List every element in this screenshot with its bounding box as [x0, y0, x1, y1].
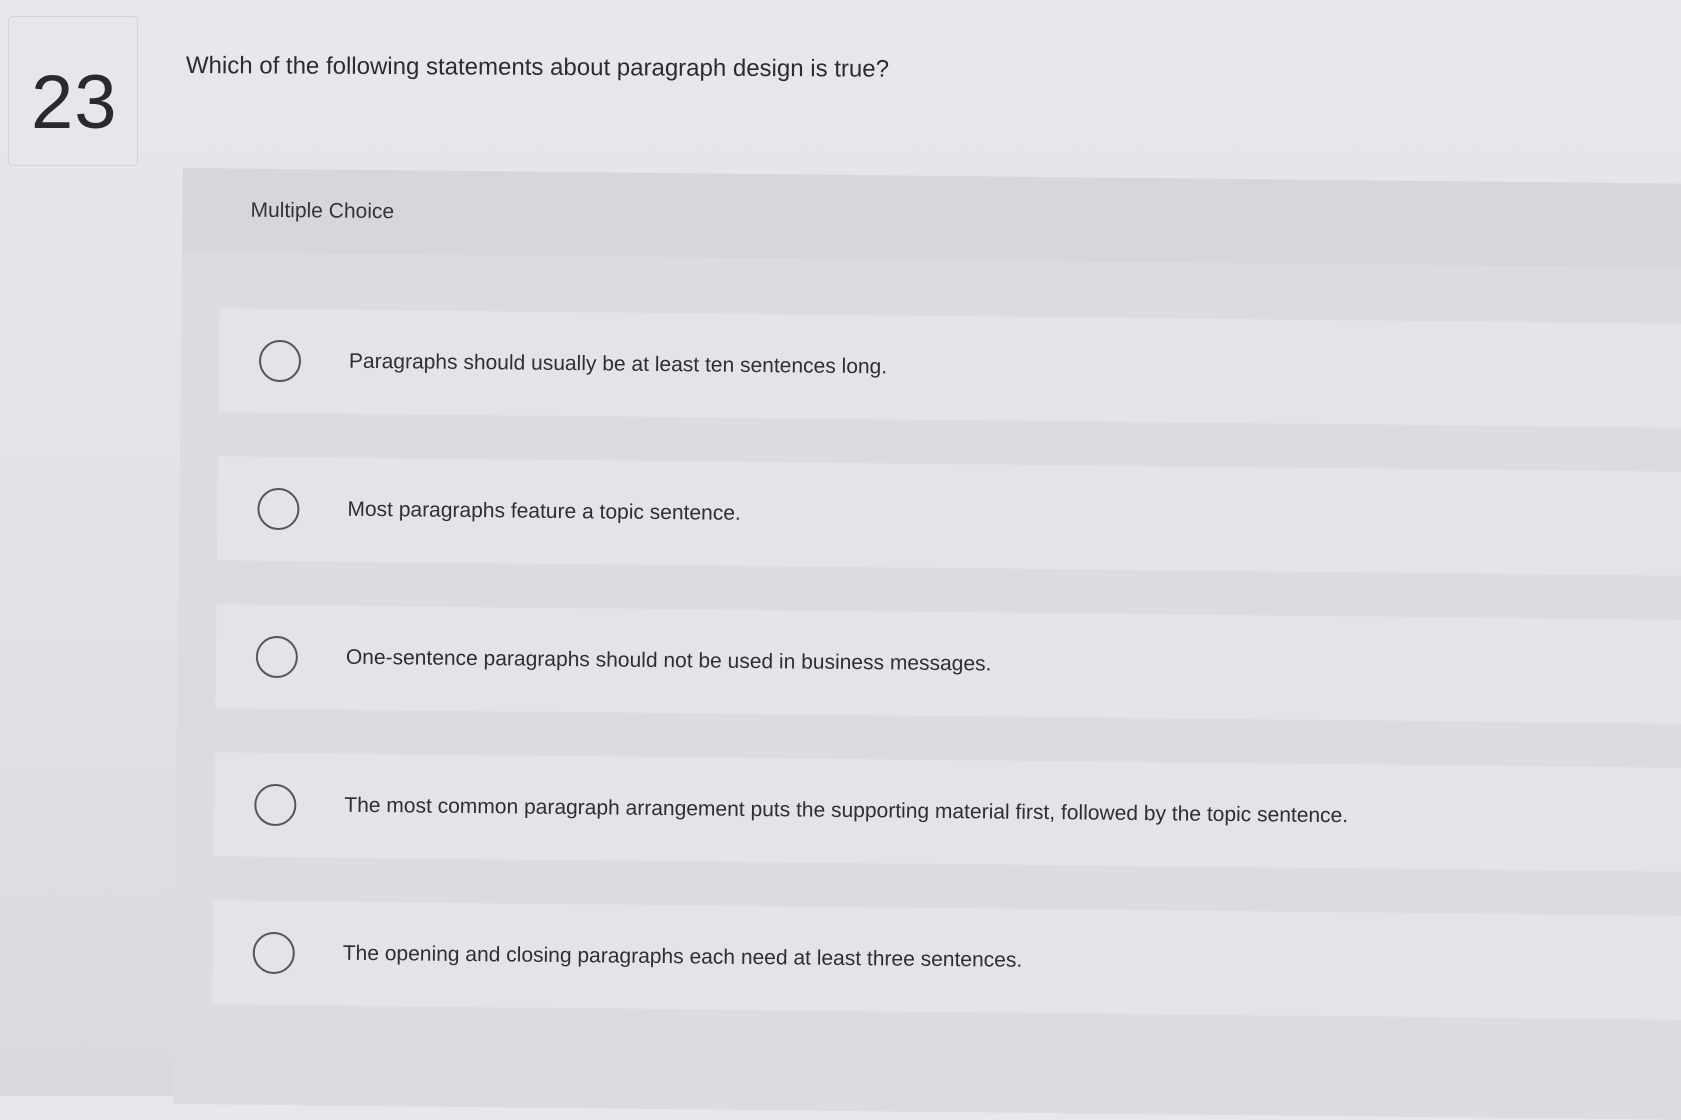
- radio-button-icon[interactable]: [254, 783, 297, 827]
- choice-option-1[interactable]: Paragraphs should usually be at least te…: [218, 308, 1681, 429]
- choice-option-3[interactable]: One-sentence paragraphs should not be us…: [215, 604, 1681, 724]
- choice-option-5[interactable]: The opening and closing paragraphs each …: [212, 900, 1681, 1020]
- question-number-box: 23: [8, 16, 138, 166]
- question-type-label: Multiple Choice: [250, 198, 395, 224]
- radio-button-icon[interactable]: [257, 487, 300, 531]
- answer-panel: Multiple Choice Paragraphs should usuall…: [173, 168, 1681, 1120]
- question-text: Which of the following statements about …: [185, 52, 890, 83]
- choice-label: Most paragraphs feature a topic sentence…: [347, 497, 741, 525]
- radio-button-icon[interactable]: [258, 339, 302, 383]
- choice-list: Paragraphs should usually be at least te…: [212, 308, 1681, 1064]
- choice-label: One-sentence paragraphs should not be us…: [345, 645, 992, 676]
- question-number: 23: [31, 60, 118, 145]
- choice-option-2[interactable]: Most paragraphs feature a topic sentence…: [216, 456, 1681, 577]
- choice-label: Paragraphs should usually be at least te…: [348, 349, 888, 379]
- choice-label: The most common paragraph arrangement pu…: [344, 793, 1349, 828]
- question-type-header: Multiple Choice: [182, 168, 1681, 269]
- radio-button-icon[interactable]: [255, 635, 299, 679]
- choice-option-4[interactable]: The most common paragraph arrangement pu…: [213, 752, 1681, 872]
- radio-button-icon[interactable]: [252, 931, 296, 975]
- choice-label: The opening and closing paragraphs each …: [342, 941, 1023, 972]
